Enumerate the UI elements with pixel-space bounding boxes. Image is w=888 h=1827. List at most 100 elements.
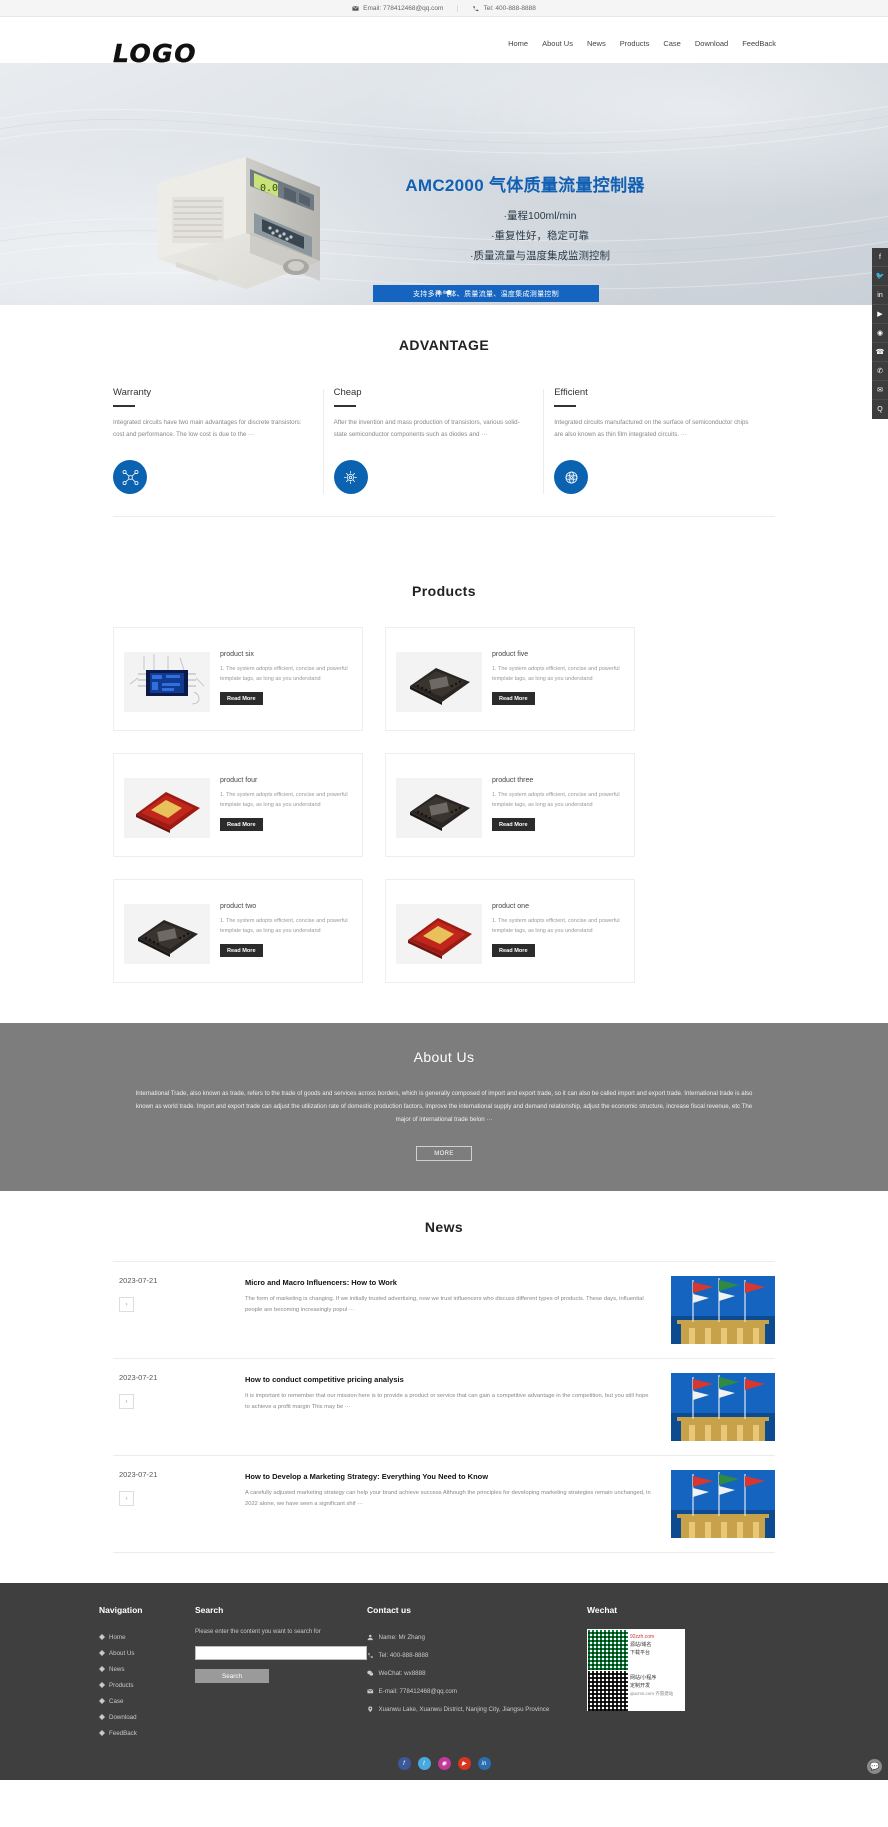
nav-item-about[interactable]: About Us bbox=[542, 39, 573, 48]
advantage-card-heading: Warranty bbox=[113, 387, 152, 398]
product-card[interactable]: product three 1. The system adopts effic… bbox=[385, 753, 635, 857]
contact-email[interactable]: E-mail: 778412468@qq.com bbox=[367, 1683, 587, 1701]
youtube-icon[interactable]: ▶ bbox=[457, 1757, 471, 1770]
advantage-card-heading: Efficient bbox=[554, 387, 588, 398]
facebook-icon[interactable]: f bbox=[397, 1757, 411, 1770]
nav-item-download[interactable]: Download bbox=[695, 39, 728, 48]
footer-nav-label: Home bbox=[109, 1633, 126, 1641]
news-item-title[interactable]: How to Develop a Marketing Strategy: Eve… bbox=[245, 1470, 653, 1483]
product-card[interactable]: product four 1. The system adopts effici… bbox=[113, 753, 363, 857]
product-desc: 1. The system adopts efficient, concise … bbox=[492, 918, 620, 934]
top-contact-bar: Email: 778412468@qq.com Tel: 400-888-888… bbox=[0, 0, 888, 17]
product-info: product three 1. The system adopts effic… bbox=[492, 764, 624, 846]
search-input[interactable] bbox=[195, 1646, 367, 1660]
main-navigation: Home About Us News Products Case Downloa… bbox=[508, 39, 776, 48]
news-item-title[interactable]: How to conduct competitive pricing analy… bbox=[245, 1373, 653, 1386]
news-row[interactable]: 2023-07-21 › Micro and Macro Influencers… bbox=[113, 1261, 775, 1358]
nav-item-case[interactable]: Case bbox=[663, 39, 681, 48]
contact-name: Name: Mr Zhang bbox=[367, 1629, 587, 1647]
mail-icon bbox=[367, 1688, 374, 1694]
news-date: 2023-07-21 bbox=[119, 1276, 158, 1285]
footer-nav-home[interactable]: Home bbox=[99, 1629, 195, 1645]
read-more-button[interactable]: Read More bbox=[492, 944, 535, 957]
rail-whatsapp-icon[interactable]: ✆ bbox=[872, 362, 888, 381]
contact-tel[interactable]: Tel: 400-888-8888 bbox=[367, 1647, 587, 1665]
rail-phone-icon[interactable]: ☎ bbox=[872, 343, 888, 362]
instagram-icon[interactable]: ◉ bbox=[437, 1757, 451, 1770]
footer-nav-products[interactable]: Products bbox=[99, 1677, 195, 1693]
news-date-column: 2023-07-21 › bbox=[113, 1470, 245, 1538]
about-title: About Us bbox=[413, 1049, 475, 1065]
news-item-summary: The form of marketing is changing. If we… bbox=[245, 1296, 644, 1313]
advantage-card-body: Integrated circuits manufactured on the … bbox=[554, 419, 749, 438]
read-more-button[interactable]: Read More bbox=[492, 818, 535, 831]
news-thumbnail bbox=[671, 1470, 775, 1538]
envelope-icon bbox=[352, 5, 359, 12]
product-name: product two bbox=[220, 903, 257, 910]
chevron-right-icon[interactable]: › bbox=[119, 1394, 134, 1409]
molecule-icon[interactable] bbox=[113, 460, 147, 494]
product-info: product four 1. The system adopts effici… bbox=[220, 764, 352, 846]
footer-nav-about[interactable]: About Us bbox=[99, 1645, 195, 1661]
nav-item-news[interactable]: News bbox=[587, 39, 606, 48]
news-item-title[interactable]: Micro and Macro Influencers: How to Work bbox=[245, 1276, 653, 1289]
footer-nav-case[interactable]: Case bbox=[99, 1693, 195, 1709]
chevron-right-icon[interactable]: › bbox=[119, 1491, 134, 1506]
footer-nav-label: Case bbox=[109, 1697, 124, 1705]
rail-email-icon[interactable]: ✉ bbox=[872, 381, 888, 400]
news-text: How to Develop a Marketing Strategy: Eve… bbox=[245, 1470, 671, 1538]
news-row[interactable]: 2023-07-21 › How to conduct competitive … bbox=[113, 1358, 775, 1455]
product-info: product five 1. The system adopts effici… bbox=[492, 638, 624, 720]
nav-item-feedback[interactable]: FeedBack bbox=[742, 39, 776, 48]
product-card[interactable]: product one 1. The system adopts efficie… bbox=[385, 879, 635, 983]
linkedin-icon[interactable]: in bbox=[477, 1757, 491, 1770]
footer-nav-label: Download bbox=[109, 1713, 137, 1721]
rail-twitter-icon[interactable]: 🐦 bbox=[872, 267, 888, 286]
product-card[interactable]: product five 1. The system adopts effici… bbox=[385, 627, 635, 731]
news-row[interactable]: 2023-07-21 › How to Develop a Marketing … bbox=[113, 1455, 775, 1553]
product-card[interactable]: product two 1. The system adopts efficie… bbox=[113, 879, 363, 983]
footer-search-heading: Search bbox=[195, 1605, 224, 1615]
rail-youtube-icon[interactable]: ▶ bbox=[872, 305, 888, 324]
about-section: About Us International Trade, also known… bbox=[0, 1023, 888, 1191]
site-footer: Navigation Home About Us News Products C… bbox=[0, 1583, 888, 1780]
news-text: Micro and Macro Influencers: How to Work… bbox=[245, 1276, 671, 1344]
hero-dot-2[interactable] bbox=[446, 290, 452, 295]
footer-nav-download[interactable]: Download bbox=[99, 1709, 195, 1725]
site-header: LOGO Home About Us News Products Case Do… bbox=[0, 17, 888, 68]
rail-linkedin-icon[interactable]: in bbox=[872, 286, 888, 305]
hero-dot-1[interactable] bbox=[436, 290, 442, 295]
qr-bottom-line3: qiucms.com 齐雷建站 bbox=[630, 1691, 674, 1696]
nav-item-products[interactable]: Products bbox=[620, 39, 650, 48]
nav-item-home[interactable]: Home bbox=[508, 39, 528, 48]
hero-cta-banner[interactable]: 支持多种气体、质量流量、温度集成测量控制 bbox=[373, 285, 599, 302]
read-more-button[interactable]: Read More bbox=[220, 818, 263, 831]
about-more-button[interactable]: MORE bbox=[416, 1146, 472, 1161]
footer-nav-news[interactable]: News bbox=[99, 1661, 195, 1677]
chevron-right-icon[interactable]: › bbox=[119, 1297, 134, 1312]
rail-facebook-icon[interactable]: f bbox=[872, 248, 888, 267]
search-button[interactable]: Search bbox=[195, 1669, 269, 1683]
rail-qq-icon[interactable]: Q bbox=[872, 400, 888, 419]
news-date-column: 2023-07-21 › bbox=[113, 1373, 245, 1441]
footer-nav-label: Products bbox=[109, 1681, 134, 1689]
qr-code-panel[interactable]: 92zzh.com 源站/域名 下载平台 网站/小程序 定制开发 qiucms.… bbox=[587, 1629, 685, 1711]
twitter-icon[interactable]: t bbox=[417, 1757, 431, 1770]
read-more-button[interactable]: Read More bbox=[220, 944, 263, 957]
top-email[interactable]: Email: 778412468@qq.com bbox=[338, 5, 457, 12]
hero-slider-dots[interactable] bbox=[436, 290, 452, 295]
chat-widget-icon[interactable]: 💬 bbox=[867, 1759, 882, 1774]
footer-nav-label: FeedBack bbox=[109, 1729, 137, 1737]
read-more-button[interactable]: Read More bbox=[220, 692, 263, 705]
read-more-button[interactable]: Read More bbox=[492, 692, 535, 705]
product-card[interactable]: product six 1. The system adopts efficie… bbox=[113, 627, 363, 731]
atom-icon[interactable] bbox=[554, 460, 589, 494]
hero-product-image: 0.0 bbox=[158, 157, 320, 289]
footer-nav-feedback[interactable]: FeedBack bbox=[99, 1725, 195, 1741]
products-section: Products product six 1. The system adopt… bbox=[0, 561, 888, 1023]
hero-banner[interactable]: 0.0 AMC2000 气体质量流量控制器 ·量程100ml/min ·重复性好… bbox=[0, 63, 888, 305]
rail-instagram-icon[interactable]: ◉ bbox=[872, 324, 888, 343]
top-tel[interactable]: Tel: 400-888-8888 bbox=[457, 4, 549, 12]
qr-bottom-line2: 定制开发 bbox=[630, 1683, 651, 1689]
gear-network-icon[interactable] bbox=[333, 460, 368, 494]
